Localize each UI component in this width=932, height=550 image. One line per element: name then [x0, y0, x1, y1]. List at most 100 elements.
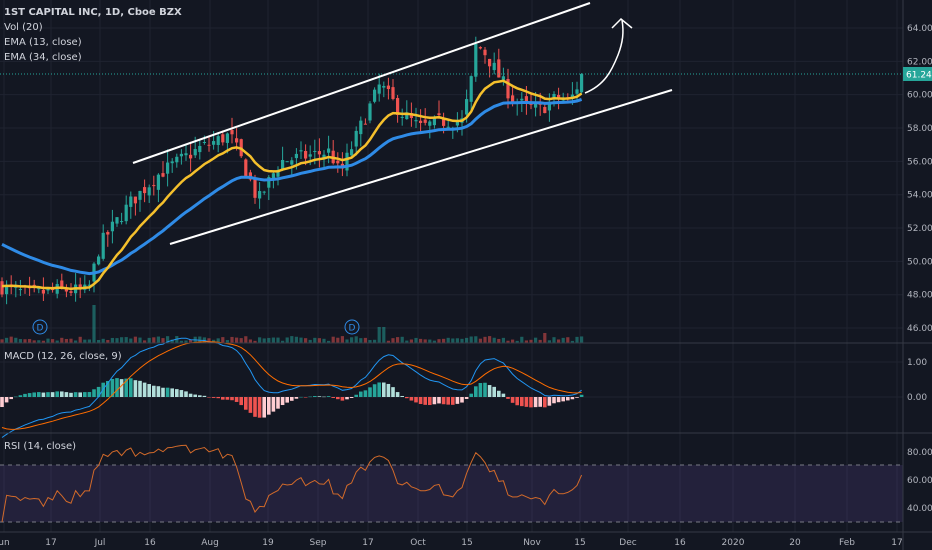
macd-histogram-bar — [179, 390, 184, 397]
macd-histogram-bar — [207, 397, 211, 398]
candle-body — [446, 126, 450, 128]
macd-histogram-bar — [32, 392, 36, 397]
volume-bar — [488, 336, 492, 343]
volume-bar — [451, 338, 455, 343]
time-axis-label: 17 — [45, 538, 56, 548]
volume-indicator-label[interactable]: Vol (20) — [4, 20, 182, 35]
candle-body — [414, 120, 418, 122]
time-axis-label: Jul — [94, 538, 106, 548]
ema13-indicator-label[interactable]: EMA (13, close) — [4, 35, 182, 50]
price-axis-label: 56.00 — [907, 157, 932, 167]
volume-bar — [382, 327, 386, 343]
macd-histogram-bar — [41, 392, 46, 397]
macd-histogram-bar — [9, 397, 13, 400]
candle-body — [304, 150, 308, 159]
macd-histogram-bar — [326, 396, 331, 397]
candle-body — [373, 89, 377, 102]
candle-body — [327, 148, 331, 153]
candle-body — [543, 107, 547, 114]
macd-histogram-bar — [244, 397, 248, 410]
ema34-indicator-label[interactable]: EMA (34, close) — [4, 50, 182, 65]
macd-histogram-bar — [368, 387, 372, 397]
candle-body — [455, 121, 459, 126]
macd-histogram-bar — [345, 397, 349, 400]
macd-histogram-bar — [547, 397, 552, 406]
volume-bar — [520, 336, 524, 343]
macd-legend[interactable]: MACD (12, 26, close, 9) — [4, 349, 122, 364]
time-axis-label: 16 — [674, 538, 686, 548]
candle-body — [152, 185, 156, 187]
price-axis-label: 52.00 — [907, 224, 932, 234]
candle-body — [133, 196, 137, 204]
rsi-legend[interactable]: RSI (14, close) — [4, 439, 76, 454]
macd-histogram-bar — [18, 395, 23, 397]
macd-histogram-bar — [294, 397, 299, 399]
macd-histogram-bar — [483, 382, 487, 397]
price-axis-label: 50.00 — [907, 257, 932, 267]
candle-body — [244, 159, 248, 177]
macd-histogram-bar — [469, 393, 473, 397]
macd-histogram-bar — [133, 380, 138, 397]
candle-body — [179, 153, 183, 157]
candle-body — [391, 87, 395, 99]
candle-body — [474, 43, 478, 77]
macd-histogram-bar — [441, 397, 446, 405]
macd-histogram-bar — [455, 397, 460, 404]
rsi-axis-label: 40.00 — [907, 504, 932, 514]
chart-canvas[interactable]: D D un 17 Jul 16 Aug 19 Sep 17 Oct 15 Nov 15 Dec 16 20… — [0, 0, 932, 550]
macd-histogram-bar — [4, 397, 9, 403]
macd-histogram-bar — [460, 397, 464, 403]
volume-bar — [442, 338, 446, 343]
candle-body — [299, 150, 303, 152]
rsi-band-fill — [0, 465, 903, 522]
volume-bar — [322, 338, 326, 343]
volume-bar — [46, 338, 50, 343]
macd-histogram-bar — [55, 391, 59, 397]
macd-histogram-bar — [543, 397, 547, 408]
volume-bar — [69, 338, 73, 343]
volume-bar — [304, 338, 308, 343]
volume-bar — [409, 339, 413, 343]
macd-histogram-bar — [474, 386, 478, 397]
price-axis-label: 62.00 — [907, 57, 932, 67]
channel-upper-trendline[interactable] — [132, 2, 591, 164]
volume-bar — [9, 336, 13, 343]
dividend-marker-2[interactable]: D — [344, 319, 360, 335]
volume-bar — [299, 337, 303, 343]
dividend-marker-1[interactable]: D — [32, 319, 48, 335]
macd-histogram-bar — [382, 382, 386, 397]
candle-body — [212, 141, 216, 145]
macd-histogram-bar — [156, 386, 161, 397]
volume-bar — [161, 338, 165, 343]
candle-body — [124, 204, 128, 222]
volume-bar — [359, 338, 363, 343]
volume-bar — [465, 337, 469, 343]
volume-bar — [87, 339, 91, 343]
candle-body — [294, 153, 298, 159]
candles — [0, 36, 584, 305]
candle-body — [488, 58, 492, 67]
candle-body — [175, 156, 179, 163]
macd-histogram-bar — [87, 392, 92, 397]
volume-bar — [460, 338, 464, 343]
candle-body — [350, 149, 354, 156]
symbol-title[interactable]: 1ST CAPITAL INC, 1D, Cboe BZX — [4, 5, 182, 20]
time-axis-label: Aug — [201, 538, 219, 548]
volume-bar — [271, 337, 275, 343]
time-axis-label: 20 — [789, 538, 801, 548]
volume-bar — [455, 338, 459, 343]
rsi-axis-label: 80.00 — [907, 448, 932, 458]
candle-body — [419, 120, 423, 123]
macd-histogram-bar — [313, 396, 317, 397]
candle-body — [497, 59, 501, 78]
macd-histogram-bar — [409, 397, 414, 401]
candle-body — [382, 85, 386, 88]
volume-bar — [64, 338, 68, 343]
candle-body — [428, 121, 432, 126]
candle-body — [221, 134, 225, 143]
candle-body — [129, 196, 133, 207]
volume-bar — [419, 338, 423, 343]
macd-histogram-bar — [437, 397, 441, 404]
macd-histogram-bar — [271, 397, 276, 412]
arrow-drawing[interactable] — [584, 17, 633, 94]
